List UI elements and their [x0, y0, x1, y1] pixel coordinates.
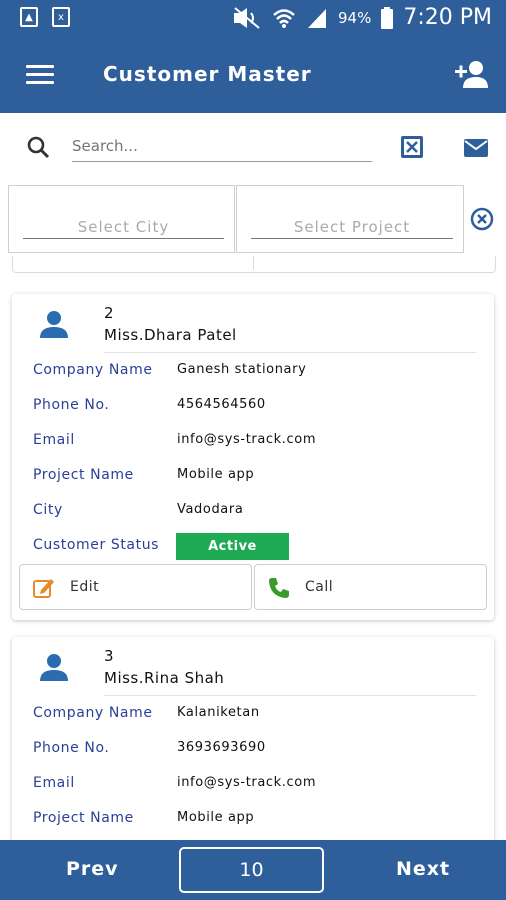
person-icon — [40, 654, 68, 681]
edit-button[interactable]: Edit — [19, 564, 252, 610]
city-select-placeholder: Select City — [23, 218, 224, 239]
page-size-field[interactable]: 10 — [179, 847, 324, 893]
email-value[interactable]: info@sys-track.com — [177, 775, 316, 790]
gallery-icon: ▲ — [20, 7, 38, 27]
pagination-bar: Prev 10 Next — [0, 840, 506, 900]
hamburger-icon[interactable] — [26, 65, 54, 85]
status-badge: Active — [176, 533, 289, 560]
phone-value[interactable]: 3693693690 — [177, 740, 266, 755]
customer-name: Miss.Dhara Patel — [104, 326, 237, 344]
page-title: Customer Master — [103, 62, 312, 86]
company-label: Company Name — [33, 705, 153, 721]
phone-label: Phone No. — [33, 397, 110, 413]
filter-row: Select City Select Project — [8, 185, 498, 255]
prev-button[interactable]: Prev — [66, 858, 119, 880]
add-user-icon[interactable] — [454, 59, 488, 89]
status-bar: ▲ x 94% 7:20 PM — [0, 0, 506, 37]
clock: 7:20 PM — [403, 5, 492, 30]
call-button[interactable]: Call — [254, 564, 487, 610]
person-icon — [40, 311, 68, 338]
phone-value[interactable]: 4564564560 — [177, 397, 266, 412]
project-select-placeholder: Select Project — [251, 218, 453, 239]
previous-card-stub — [12, 256, 496, 273]
app-bar: Customer Master — [0, 37, 506, 113]
divider — [104, 352, 476, 353]
customer-card: 3 Miss.Rina Shah Company Name Kalaniketa… — [12, 637, 494, 867]
city-select[interactable]: Select City — [8, 185, 235, 253]
project-label: Project Name — [33, 467, 134, 483]
city-label: City — [33, 502, 63, 518]
phone-icon — [269, 578, 289, 598]
email-label: Email — [33, 775, 75, 791]
phone-label: Phone No. — [33, 740, 110, 756]
company-value: Kalaniketan — [177, 705, 260, 720]
customer-name: Miss.Rina Shah — [104, 669, 225, 687]
clear-search-icon[interactable] — [400, 135, 424, 159]
customer-number: 3 — [104, 647, 114, 665]
email-label: Email — [33, 432, 75, 448]
battery-percent: 94% — [338, 8, 372, 27]
company-label: Company Name — [33, 362, 153, 378]
clear-filter-icon[interactable] — [470, 207, 494, 231]
edit-label: Edit — [70, 579, 100, 595]
customer-number: 2 — [104, 304, 114, 322]
company-value: Ganesh stationary — [177, 362, 307, 377]
call-label: Call — [305, 579, 334, 595]
mail-icon[interactable] — [464, 139, 488, 157]
email-value[interactable]: info@sys-track.com — [177, 432, 316, 447]
project-value: Mobile app — [177, 810, 255, 825]
search-row — [0, 113, 506, 183]
search-icon[interactable] — [26, 135, 50, 159]
city-value: Vadodara — [177, 502, 244, 517]
project-value: Mobile app — [177, 467, 255, 482]
edit-icon — [33, 579, 54, 598]
signal-icon — [308, 8, 326, 28]
customer-card: 2 Miss.Dhara Patel Company Name Ganesh s… — [12, 294, 494, 620]
wifi-icon — [273, 8, 295, 28]
project-select[interactable]: Select Project — [236, 185, 464, 253]
mute-icon — [234, 6, 260, 29]
search-input[interactable] — [72, 137, 372, 162]
status-label: Customer Status — [33, 537, 160, 553]
battery-icon — [381, 6, 394, 29]
divider — [104, 695, 476, 696]
excel-icon: x — [52, 7, 70, 27]
next-button[interactable]: Next — [396, 858, 450, 880]
project-label: Project Name — [33, 810, 134, 826]
